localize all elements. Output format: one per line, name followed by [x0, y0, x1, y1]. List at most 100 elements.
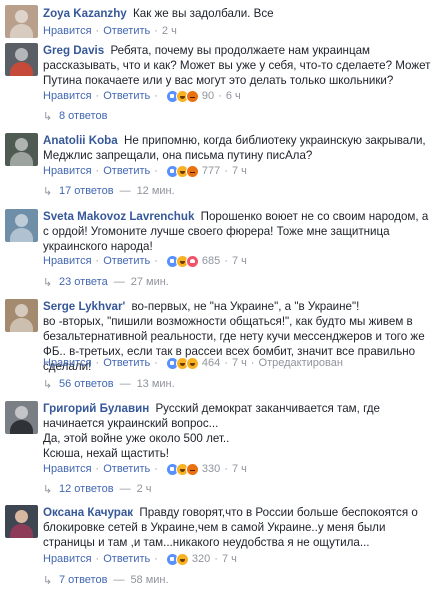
- separator: ·: [95, 90, 100, 102]
- separator: —: [119, 185, 131, 197]
- view-replies-link[interactable]: 8 ответов: [59, 110, 107, 122]
- comment-time[interactable]: 6 ч: [226, 90, 241, 102]
- replies-time: 2 ч: [136, 483, 152, 495]
- comment-text: Да, этой войне уже около 500 лет..: [43, 432, 230, 445]
- separator: ·: [95, 357, 100, 369]
- separator: ·: [218, 90, 222, 102]
- reply-arrow-icon: ↳: [43, 574, 53, 587]
- replies-time: 58 мин.: [130, 574, 169, 586]
- reaction-count[interactable]: 320: [192, 553, 210, 565]
- reply-button[interactable]: Ответить: [103, 25, 150, 37]
- view-replies-link[interactable]: 7 ответов: [59, 574, 107, 586]
- avatar[interactable]: [5, 133, 38, 166]
- like-button[interactable]: Нравится: [43, 357, 92, 369]
- reactions[interactable]: [165, 356, 199, 370]
- reactions[interactable]: [165, 164, 199, 178]
- reaction-count[interactable]: 90: [202, 90, 214, 102]
- comment-author[interactable]: Greg Davis: [43, 44, 104, 57]
- separator: ·: [95, 553, 100, 565]
- comment-time[interactable]: 7 ч: [232, 357, 247, 369]
- comment-text: Ксюша, нехай щастить!: [43, 447, 169, 460]
- like-button[interactable]: Нравится: [43, 553, 92, 565]
- separator: ·: [154, 165, 158, 177]
- reaction-count[interactable]: 464: [202, 357, 220, 369]
- separator: ·: [214, 553, 218, 565]
- reaction-count[interactable]: 777: [202, 165, 220, 177]
- reply-arrow-icon: ↳: [43, 185, 53, 198]
- comment-time[interactable]: 2 ч: [162, 25, 177, 37]
- view-replies-link[interactable]: 23 ответа: [59, 276, 108, 288]
- separator: —: [119, 378, 131, 390]
- comment-time[interactable]: 7 ч: [222, 553, 237, 565]
- reply-button[interactable]: Ответить: [103, 165, 150, 177]
- separator: ·: [154, 357, 158, 369]
- avatar[interactable]: [5, 5, 38, 38]
- reaction-count[interactable]: 330: [202, 463, 220, 475]
- comment-time[interactable]: 7 ч: [232, 165, 247, 177]
- like-button[interactable]: Нравится: [43, 90, 92, 102]
- separator: ·: [154, 255, 158, 267]
- reply-button[interactable]: Ответить: [103, 255, 150, 267]
- comments-feed: Zoya Kazanzhy Как же вы задолбали. Все Н…: [0, 0, 440, 591]
- avatar[interactable]: [5, 401, 38, 434]
- angry-icon: [185, 89, 199, 103]
- comment-author[interactable]: Zoya Kazanzhy: [43, 7, 127, 20]
- view-replies-link[interactable]: 12 ответов: [59, 483, 114, 495]
- replies-time: 13 мин.: [136, 378, 175, 390]
- reaction-count[interactable]: 685: [202, 255, 220, 267]
- separator: ·: [154, 553, 158, 565]
- reply-arrow-icon: ↳: [43, 110, 53, 123]
- separator: ·: [250, 357, 255, 369]
- separator: ·: [95, 255, 100, 267]
- reply-button[interactable]: Ответить: [103, 553, 150, 565]
- separator: —: [113, 574, 125, 586]
- reply-button[interactable]: Ответить: [103, 90, 150, 102]
- reply-button[interactable]: Ответить: [103, 357, 150, 369]
- separator: ·: [224, 357, 228, 369]
- separator: ·: [95, 25, 100, 37]
- reply-button[interactable]: Ответить: [103, 463, 150, 475]
- avatar[interactable]: [5, 505, 38, 538]
- avatar[interactable]: [5, 209, 38, 242]
- separator: ·: [224, 463, 228, 475]
- replies-time: 27 мин.: [130, 276, 169, 288]
- view-replies-link[interactable]: 17 ответов: [59, 185, 114, 197]
- reactions[interactable]: [165, 254, 199, 268]
- avatar[interactable]: [5, 299, 38, 332]
- like-button[interactable]: Нравится: [43, 463, 92, 475]
- avatar[interactable]: [5, 43, 38, 76]
- comment-text: во-первых, не "на Украине", а "в Украине…: [131, 300, 360, 313]
- reply-arrow-icon: ↳: [43, 483, 53, 496]
- comment-author[interactable]: Оксана Качурак: [43, 506, 133, 519]
- view-replies-link[interactable]: 56 ответов: [59, 378, 114, 390]
- separator: ·: [224, 165, 228, 177]
- reactions[interactable]: [165, 89, 199, 103]
- separator: —: [113, 276, 125, 288]
- angry-icon: [185, 462, 199, 476]
- separator: ·: [154, 463, 158, 475]
- comment-text: Как же вы задолбали. Все: [133, 7, 274, 20]
- reactions[interactable]: [165, 552, 189, 566]
- reply-arrow-icon: ↳: [43, 378, 53, 391]
- comment-author[interactable]: Anatolii Koba: [43, 134, 118, 147]
- angry-icon: [185, 164, 199, 178]
- comment-time[interactable]: 7 ч: [232, 463, 247, 475]
- like-button[interactable]: Нравится: [43, 255, 92, 267]
- comment-author[interactable]: Serge Lykhvar': [43, 300, 125, 313]
- replies-time: 12 мин.: [136, 185, 175, 197]
- reply-arrow-icon: ↳: [43, 276, 53, 289]
- love-icon: [185, 254, 199, 268]
- comment-author[interactable]: Sveta Makovoz Lavrenchuk: [43, 210, 194, 223]
- separator: ·: [154, 25, 158, 37]
- edited-label[interactable]: Отредактирован: [259, 357, 343, 369]
- like-button[interactable]: Нравится: [43, 25, 92, 37]
- separator: ·: [95, 463, 100, 475]
- separator: —: [119, 483, 131, 495]
- separator: ·: [154, 90, 158, 102]
- comment-author[interactable]: Григорий Булавин: [43, 402, 149, 415]
- haha-icon: [175, 552, 189, 566]
- comment-time[interactable]: 7 ч: [232, 255, 247, 267]
- separator: ·: [224, 255, 228, 267]
- reactions[interactable]: [165, 462, 199, 476]
- like-button[interactable]: Нравится: [43, 165, 92, 177]
